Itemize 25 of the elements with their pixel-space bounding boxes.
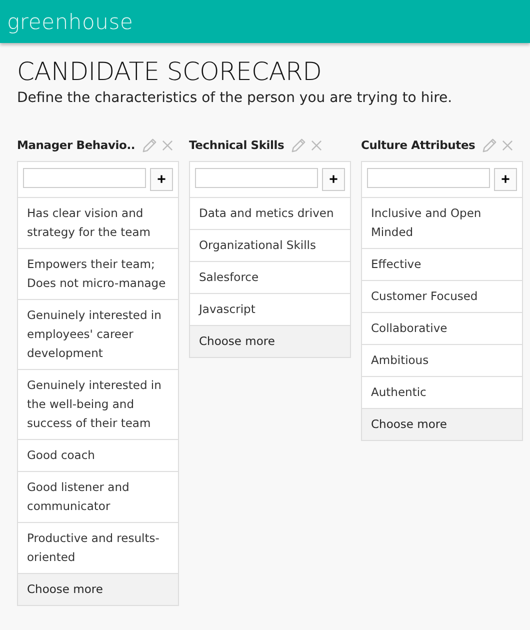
add-button[interactable]: + (322, 168, 345, 191)
trait-item[interactable]: Good coach (18, 440, 178, 472)
trait-item[interactable]: Genuinely interested in the well-being and success of their team (18, 370, 178, 440)
column-title: Manager Behavio.. (17, 138, 136, 152)
choose-more-button[interactable]: Choose more (190, 326, 350, 357)
trait-item[interactable]: Genuinely interested in employees' career development (18, 300, 178, 370)
add-button[interactable]: + (150, 168, 173, 191)
column-title: Technical Skills (189, 138, 284, 152)
trait-item[interactable]: Good listener and communicator (18, 472, 178, 523)
trait-item[interactable]: Has clear vision and strategy for the team (18, 198, 178, 249)
page-subtitle: Define the characteristics of the person you are trying to hire. (17, 90, 454, 106)
add-button[interactable]: + (494, 168, 517, 191)
page-title: CANDIDATE SCORECARD (17, 57, 323, 86)
choose-more-button[interactable]: Choose more (362, 409, 522, 440)
trait-item[interactable]: Ambitious (362, 345, 522, 377)
trait-item[interactable]: Collaborative (362, 313, 522, 345)
column-title: Culture Attributes (361, 138, 476, 152)
trait-item[interactable]: Organizational Skills (190, 230, 350, 262)
trait-item[interactable]: Effective (362, 249, 522, 281)
choose-more-button[interactable]: Choose more (18, 574, 178, 605)
trait-item[interactable]: Customer Focused (362, 281, 522, 313)
trait-item[interactable]: Data and metics driven (190, 198, 350, 230)
trait-item[interactable]: Empowers their team; Does not micro-manage (18, 249, 178, 300)
trait-item[interactable]: Inclusive and Open Minded (362, 198, 522, 249)
trait-item[interactable]: Salesforce (190, 262, 350, 294)
